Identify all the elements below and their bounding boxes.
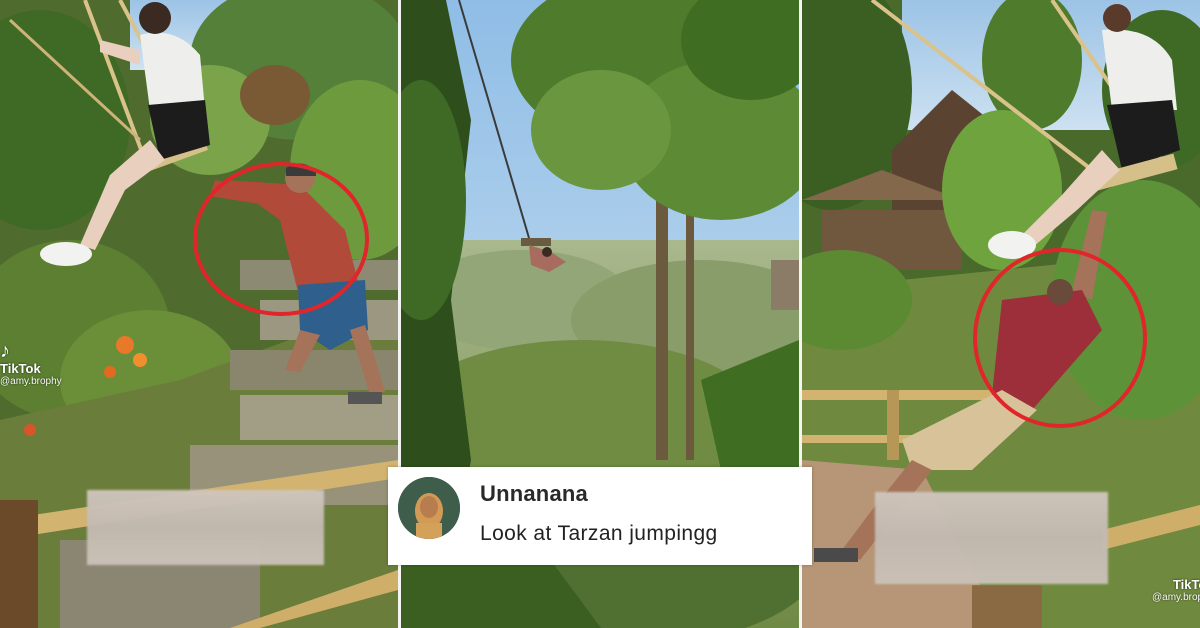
comment-card: Unnanana Look at Tarzan jumpingg — [388, 467, 812, 565]
tiktok-logo-icon: ♪ — [1158, 558, 1200, 578]
tiktok-username: @amy.brophy — [1152, 592, 1200, 603]
profile-avatar-icon — [398, 477, 460, 539]
tiktok-watermark-right: ♪ TikTok @amy.brophy — [1152, 558, 1200, 604]
tiktok-username: @amy.brophy — [0, 376, 62, 387]
tiktok-label: TikTok — [0, 361, 41, 376]
comment-text: Look at Tarzan jumpingg — [480, 522, 718, 545]
photo-panel-left: ♪ TikTok @amy.brophy — [0, 0, 398, 628]
tiktok-logo-icon: ♪ — [0, 340, 10, 362]
blurred-overlay-right — [875, 492, 1108, 584]
photo-panel-right: ♪ TikTok @amy.brophy — [802, 0, 1200, 628]
tiktok-watermark-left: ♪ TikTok @amy.brophy — [0, 340, 62, 388]
comment-username: Unnanana — [480, 481, 588, 506]
tiktok-label: TikTok — [1172, 577, 1200, 592]
blurred-overlay-left — [87, 490, 324, 565]
